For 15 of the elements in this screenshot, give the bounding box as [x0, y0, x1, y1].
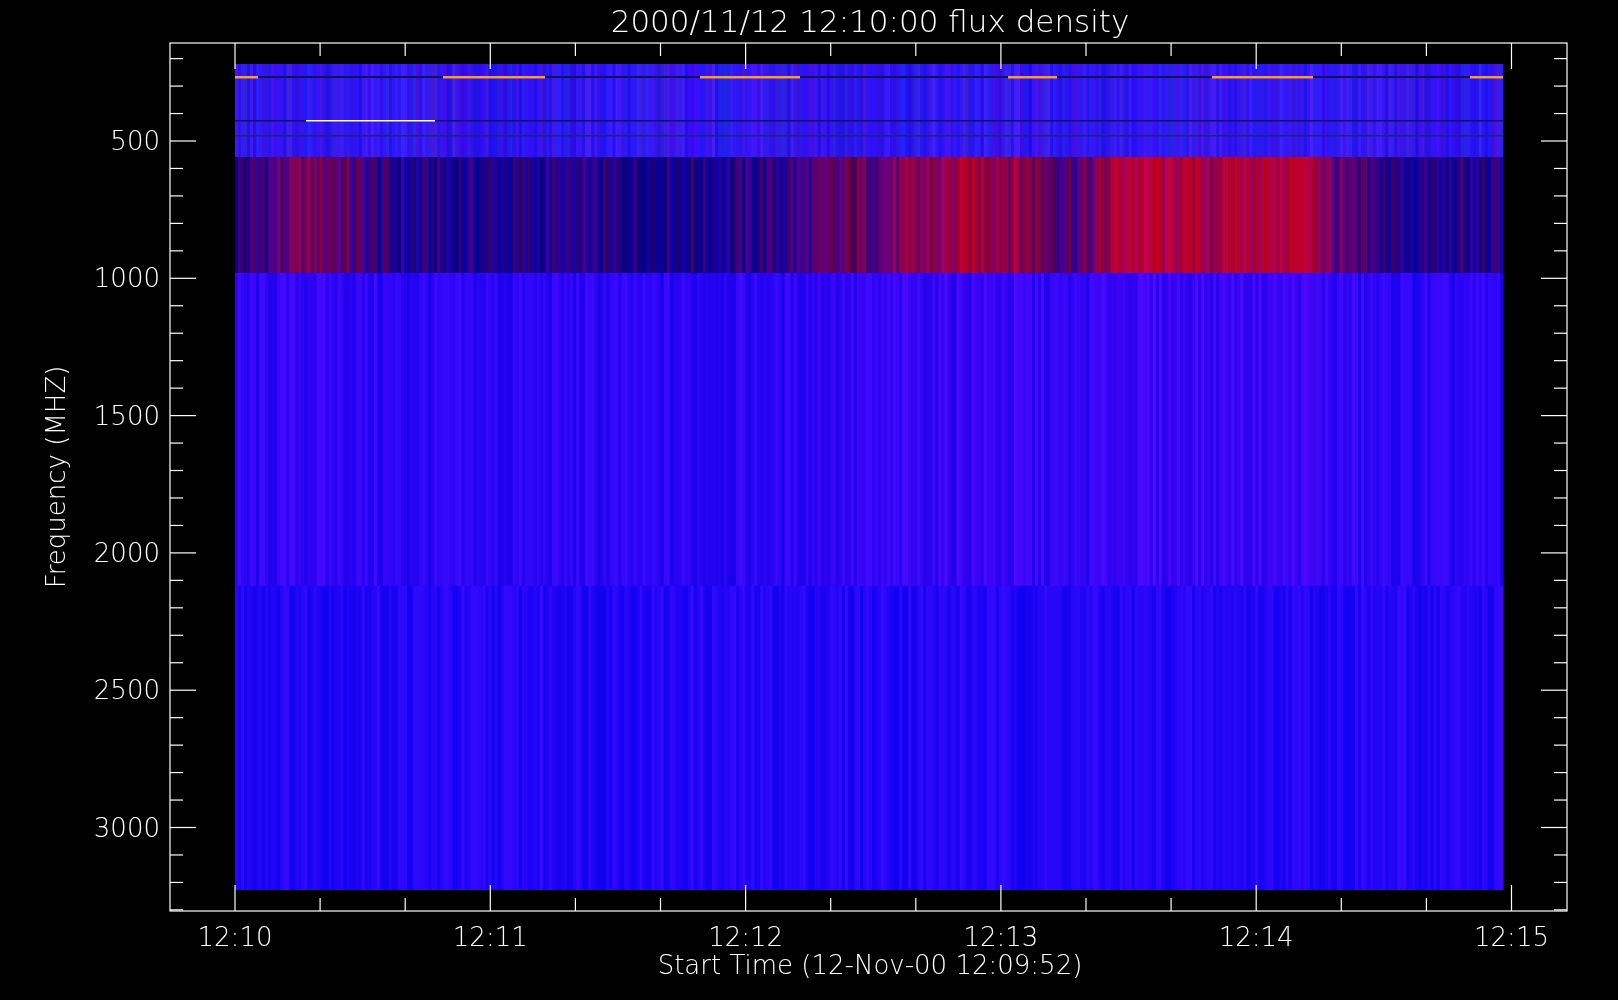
axis-label: Frequency (MHZ) [41, 365, 71, 589]
axis-label: Start Time (12-Nov-00 12:09:52) [657, 950, 1083, 980]
tick-label: 12:14 [1218, 922, 1294, 952]
tick-label: 1500 [93, 400, 160, 431]
tick-label: 1000 [93, 263, 160, 294]
tick-label: 3000 [93, 812, 160, 843]
tick-label: 2500 [93, 675, 160, 706]
tick-label: 2000 [93, 537, 160, 568]
tick-label: 12:15 [1474, 922, 1549, 952]
tick-label: 12:12 [708, 922, 784, 952]
tick-label: 12:13 [963, 922, 1039, 952]
tick-label: 12:11 [452, 922, 528, 952]
tick-label: 500 [110, 126, 160, 156]
chart-title: 2000/11/12 12:10:00 flux density [610, 3, 1130, 39]
tick-label: 12:10 [197, 922, 273, 952]
